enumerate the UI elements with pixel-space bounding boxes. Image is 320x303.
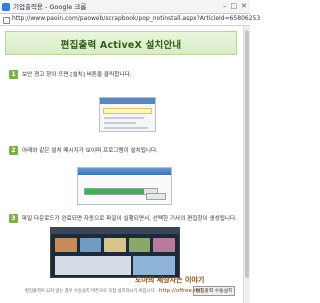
step-text: 보안 경고 창이 뜨면 [설치] 버튼을 클릭합니다. <box>22 72 132 78</box>
page-header: 편집출력 ActiveX 설치안내 <box>5 31 237 55</box>
step-1: 1 보안 경고 창이 뜨면 [설치] 버튼을 클릭합니다. <box>9 69 237 79</box>
minimize-button[interactable]: – <box>223 2 227 11</box>
window-controls: – □ ✕ <box>223 2 247 11</box>
page-content: 편집출력 ActiveX 설치안내 1 보안 경고 창이 뜨면 [설치] 버튼을… <box>2 27 240 302</box>
watermark-blog-name: 도아의 세상사는 이야기 <box>135 276 205 284</box>
security-warning-screenshot <box>99 97 156 132</box>
page-title: 편집출력 ActiveX 설치안내 <box>60 40 182 51</box>
step-number-badge: 2 <box>9 145 18 155</box>
address-url[interactable]: http://www.paoin.com/paoweb/scrapbook/po… <box>12 15 260 22</box>
close-button[interactable]: ✕ <box>241 2 247 11</box>
install-progress-screenshot <box>77 167 172 205</box>
window-titlebar: 기업출력용 - Google 크롬 – □ ✕ <box>0 0 250 14</box>
window-title: 기업출력용 - Google 크롬 <box>13 3 87 11</box>
vertical-scrollbar[interactable] <box>243 26 250 303</box>
watermark-url: http://offree.net <box>159 288 203 294</box>
step-number-badge: 3 <box>9 213 18 223</box>
browser-app-icon <box>2 3 10 11</box>
scrollbar-thumb[interactable] <box>245 30 249 278</box>
step-3: 3 파일 다운로드가 완료되면 자동으로 파일이 실행되면서, 선택한 기사의 … <box>9 213 237 223</box>
page-info-icon[interactable] <box>3 17 10 24</box>
address-bar[interactable]: http://www.paoin.com/paoweb/scrapbook/po… <box>0 14 260 26</box>
step-number-badge: 1 <box>9 69 18 79</box>
step-text: 아래와 같은 설치 메시지가 보이며 프로그램이 설치됩니다. <box>22 148 158 154</box>
step-text: 파일 다운로드가 완료되면 자동으로 파일이 실행되면서, 선택한 기사의 편집… <box>21 216 237 222</box>
install-progress-fill <box>85 189 145 194</box>
blog-watermark: 도아의 세상사는 이야기 http://offree.net <box>135 275 245 301</box>
maximize-button[interactable]: □ <box>231 2 238 11</box>
editor-window-screenshot <box>50 227 180 278</box>
step-2: 2 아래와 같은 설치 메시지가 보이며 프로그램이 설치됩니다. <box>9 145 237 155</box>
